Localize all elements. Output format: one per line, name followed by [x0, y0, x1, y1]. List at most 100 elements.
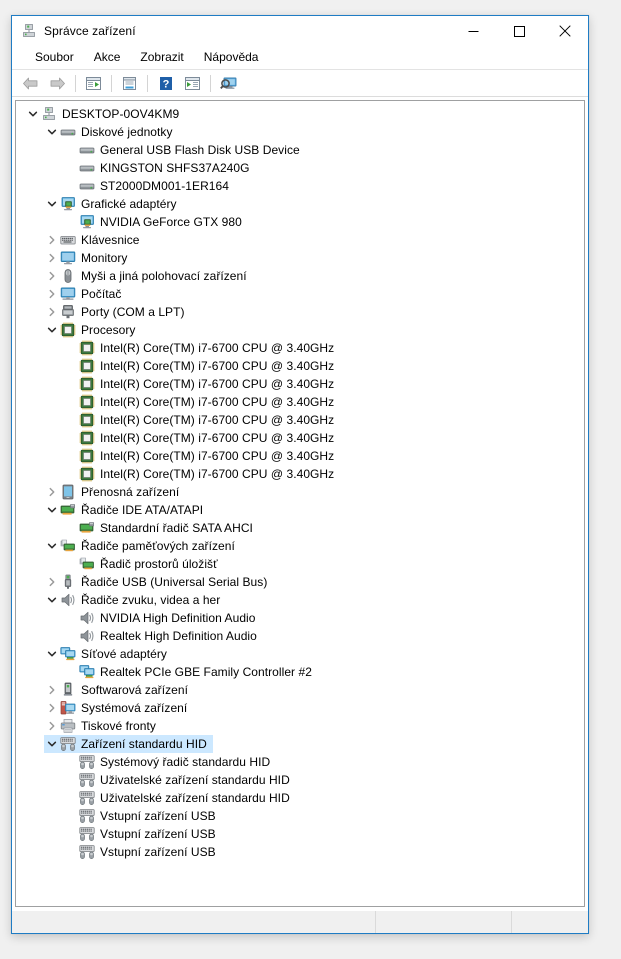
tree-item-content[interactable]: Intel(R) Core(TM) i7-6700 CPU @ 3.40GHz [63, 429, 340, 447]
tree-item[interactable]: Monitory [16, 249, 584, 267]
tree-item[interactable]: Procesory [16, 321, 584, 339]
chevron-right-icon[interactable] [44, 718, 60, 734]
tree-item[interactable]: Realtek High Definition Audio [16, 627, 584, 645]
tree-item[interactable]: Intel(R) Core(TM) i7-6700 CPU @ 3.40GHz [16, 339, 584, 357]
tree-item[interactable]: Vstupní zařízení USB [16, 843, 584, 861]
tree-item[interactable]: Tiskové fronty [16, 717, 584, 735]
maximize-button[interactable] [496, 16, 542, 46]
tree-item[interactable]: Klávesnice [16, 231, 584, 249]
tree-item[interactable]: KINGSTON SHFS37A240G [16, 159, 584, 177]
tree-item[interactable]: Diskové jednotky [16, 123, 584, 141]
chevron-right-icon[interactable] [44, 304, 60, 320]
menu-zobrazit[interactable]: Zobrazit [131, 48, 192, 67]
tree-item[interactable]: Intel(R) Core(TM) i7-6700 CPU @ 3.40GHz [16, 357, 584, 375]
tree-item-content[interactable]: ST2000DM001-1ER164 [63, 177, 235, 195]
forward-button[interactable] [45, 72, 70, 95]
tree-item[interactable]: DESKTOP-0OV4KM9 [16, 105, 584, 123]
tree-item-content[interactable]: Klávesnice [44, 231, 146, 249]
tree-item-content[interactable]: Myši a jiná polohovací zařízení [44, 267, 253, 285]
tree-item-content[interactable]: NVIDIA GeForce GTX 980 [63, 213, 248, 231]
chevron-right-icon[interactable] [44, 682, 60, 698]
tree-item-content[interactable]: Vstupní zařízení USB [63, 843, 222, 861]
tree-item-content[interactable]: Grafické adaptéry [44, 195, 183, 213]
tree-item-content[interactable]: Intel(R) Core(TM) i7-6700 CPU @ 3.40GHz [63, 393, 340, 411]
chevron-down-icon[interactable] [44, 322, 60, 338]
tree-item-content[interactable]: Systémový řadič standardu HID [63, 753, 276, 771]
tree-item[interactable]: Realtek PCIe GBE Family Controller #2 [16, 663, 584, 681]
chevron-right-icon[interactable] [44, 700, 60, 716]
chevron-down-icon[interactable] [44, 538, 60, 554]
tree-item-content[interactable]: Realtek High Definition Audio [63, 627, 263, 645]
tree-item[interactable]: NVIDIA High Definition Audio [16, 609, 584, 627]
chevron-right-icon[interactable] [44, 484, 60, 500]
chevron-down-icon[interactable] [25, 106, 41, 122]
tree-item[interactable]: Softwarová zařízení [16, 681, 584, 699]
tree-item[interactable]: Uživatelské zařízení standardu HID [16, 789, 584, 807]
tree-item-content[interactable]: Síťové adaptéry [44, 645, 173, 663]
tree-item[interactable]: Přenosná zařízení [16, 483, 584, 501]
tree-item-content[interactable]: Intel(R) Core(TM) i7-6700 CPU @ 3.40GHz [63, 411, 340, 429]
tree-item[interactable]: Intel(R) Core(TM) i7-6700 CPU @ 3.40GHz [16, 465, 584, 483]
tree-item-content[interactable]: Zařízení standardu HID [44, 735, 213, 753]
device-tree-panel[interactable]: DESKTOP-0OV4KM9 Diskové jednotky General U… [15, 100, 585, 907]
tree-item-content[interactable]: Řadič prostorů úložišť [63, 555, 224, 573]
tree-item-content[interactable]: Realtek PCIe GBE Family Controller #2 [63, 663, 318, 681]
menu-akce[interactable]: Akce [85, 48, 130, 67]
tree-item[interactable]: Grafické adaptéry [16, 195, 584, 213]
tree-item[interactable]: Počítač [16, 285, 584, 303]
chevron-right-icon[interactable] [44, 232, 60, 248]
tree-item-content[interactable]: Intel(R) Core(TM) i7-6700 CPU @ 3.40GHz [63, 447, 340, 465]
tree-item[interactable]: ST2000DM001-1ER164 [16, 177, 584, 195]
tree-item-content[interactable]: Monitory [44, 249, 133, 267]
chevron-right-icon[interactable] [44, 250, 60, 266]
tree-item[interactable]: Intel(R) Core(TM) i7-6700 CPU @ 3.40GHz [16, 375, 584, 393]
tree-item-content[interactable]: NVIDIA High Definition Audio [63, 609, 261, 627]
tree-item-content[interactable]: Intel(R) Core(TM) i7-6700 CPU @ 3.40GHz [63, 375, 340, 393]
tree-item[interactable]: Systémová zařízení [16, 699, 584, 717]
chevron-down-icon[interactable] [44, 502, 60, 518]
tree-item-content[interactable]: Tiskové fronty [44, 717, 162, 735]
tree-item-content[interactable]: Systémová zařízení [44, 699, 193, 717]
tree-item[interactable]: Řadiče USB (Universal Serial Bus) [16, 573, 584, 591]
tree-item-content[interactable]: Řadiče IDE ATA/ATAPI [44, 501, 209, 519]
chevron-down-icon[interactable] [44, 646, 60, 662]
tree-item[interactable]: Řadiče IDE ATA/ATAPI [16, 501, 584, 519]
tree-item-content[interactable]: Vstupní zařízení USB [63, 807, 222, 825]
tree-item[interactable]: Myši a jiná polohovací zařízení [16, 267, 584, 285]
tree-item-content[interactable]: Intel(R) Core(TM) i7-6700 CPU @ 3.40GHz [63, 339, 340, 357]
tree-item-content[interactable]: Počítač [44, 285, 127, 303]
chevron-down-icon[interactable] [44, 124, 60, 140]
tree-item[interactable]: Intel(R) Core(TM) i7-6700 CPU @ 3.40GHz [16, 447, 584, 465]
tree-item-content[interactable]: Porty (COM a LPT) [44, 303, 191, 321]
tree-item-content[interactable]: KINGSTON SHFS37A240G [63, 159, 256, 177]
tree-item[interactable]: Intel(R) Core(TM) i7-6700 CPU @ 3.40GHz [16, 393, 584, 411]
tree-item-content[interactable]: Řadiče zvuku, videa a her [44, 591, 226, 609]
tree-item[interactable]: Vstupní zařízení USB [16, 825, 584, 843]
close-button[interactable] [542, 16, 588, 46]
chevron-right-icon[interactable] [44, 286, 60, 302]
tree-item-content[interactable]: Diskové jednotky [44, 123, 179, 141]
tree-item[interactable]: Porty (COM a LPT) [16, 303, 584, 321]
chevron-down-icon[interactable] [44, 592, 60, 608]
show-hide-console-tree-button[interactable] [81, 72, 106, 95]
tree-item[interactable]: Řadič prostorů úložišť [16, 555, 584, 573]
help-button[interactable]: ? [153, 72, 178, 95]
tree-item-content[interactable]: Uživatelské zařízení standardu HID [63, 789, 296, 807]
menu-soubor[interactable]: Soubor [26, 48, 83, 67]
tree-item-content[interactable]: Procesory [44, 321, 141, 339]
tree-item-content[interactable]: Vstupní zařízení USB [63, 825, 222, 843]
chevron-down-icon[interactable] [44, 736, 60, 752]
tree-item-content[interactable]: Přenosná zařízení [44, 483, 185, 501]
menu-napoveda[interactable]: Nápověda [195, 48, 268, 67]
tree-item-content[interactable]: Intel(R) Core(TM) i7-6700 CPU @ 3.40GHz [63, 465, 340, 483]
tree-item[interactable]: General USB Flash Disk USB Device [16, 141, 584, 159]
title-bar[interactable]: Správce zařízení [12, 16, 588, 46]
tree-item[interactable]: Vstupní zařízení USB [16, 807, 584, 825]
chevron-down-icon[interactable] [44, 196, 60, 212]
tree-item[interactable]: Řadiče zvuku, videa a her [16, 591, 584, 609]
back-button[interactable] [18, 72, 43, 95]
tree-item-content[interactable]: Standardní řadič SATA AHCI [63, 519, 259, 537]
minimize-button[interactable] [450, 16, 496, 46]
tree-item[interactable]: Síťové adaptéry [16, 645, 584, 663]
tree-item[interactable]: NVIDIA GeForce GTX 980 [16, 213, 584, 231]
